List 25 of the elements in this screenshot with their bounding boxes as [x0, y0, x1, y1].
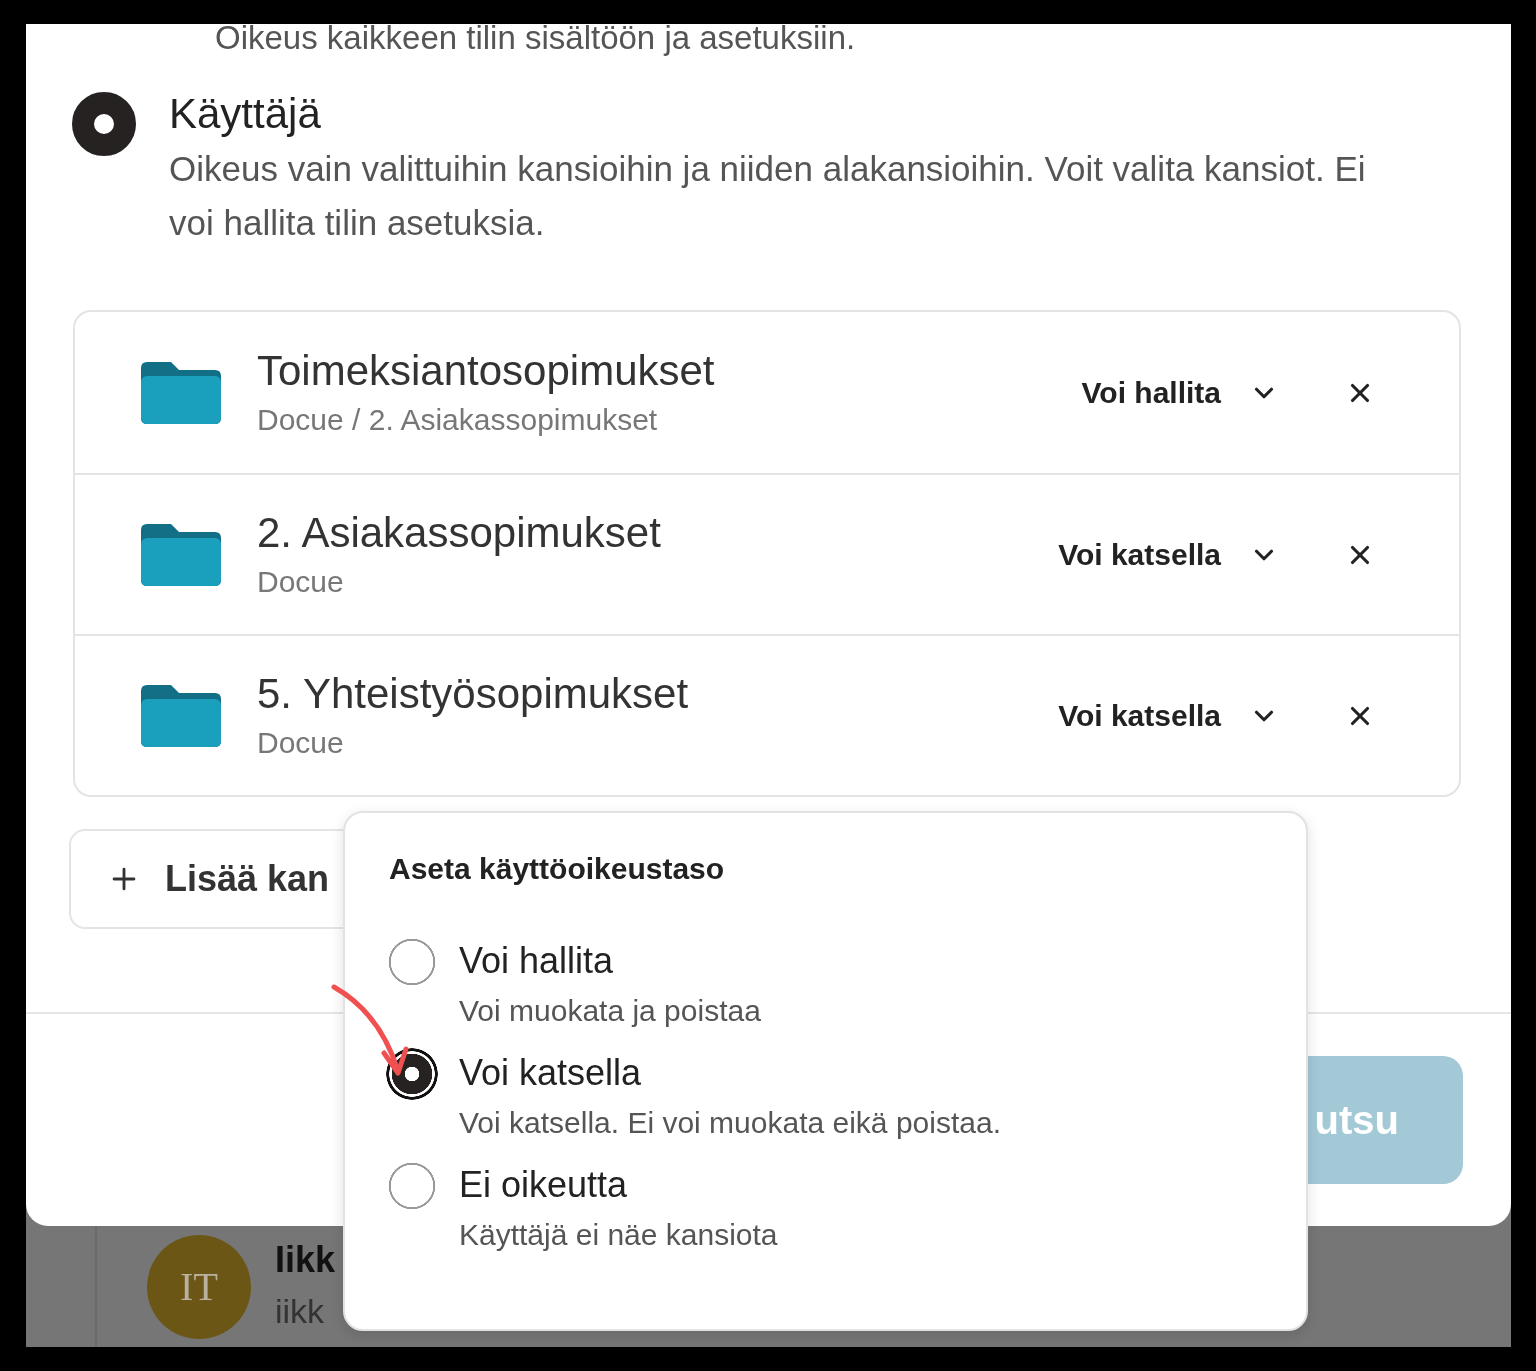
role-title: Käyttäjä — [169, 89, 322, 139]
folder-path: Docue / 2. Asiakassopimukset — [257, 401, 659, 438]
option-title: Voi katsella — [459, 1051, 643, 1095]
avatar: IT — [147, 1234, 251, 1339]
option-title: Voi hallita — [459, 939, 615, 983]
permission-dropdown[interactable]: Voi katsella — [1058, 698, 1279, 733]
role-description: Oikeus vain valittuihin kansioihin ja niiden alakansioihin. Voit valita kansiot. Ei voi hallita tilin asetuksia. — [169, 148, 1367, 244]
option-title: Ei oikeutta — [459, 1163, 629, 1207]
permission-dropdown[interactable]: Voi katsella — [1058, 537, 1279, 572]
role-description: Oikeus kaikkeen tilin sisältöön ja asetuksiin. — [215, 24, 857, 58]
contact-email: iikk — [275, 1290, 326, 1332]
role-radio[interactable] — [72, 92, 136, 156]
option-description: Voi katsella. Ei voi muokata eikä poistaa. — [459, 1105, 1001, 1141]
contact-name: Iikk — [275, 1237, 336, 1282]
option-description: Voi muokata ja poistaa — [459, 993, 761, 1029]
option-description: Käyttäjä ei näe kansiota — [459, 1217, 778, 1253]
folder-icon — [141, 684, 221, 747]
folder-icon — [141, 523, 221, 586]
folder-path: Docue — [257, 563, 345, 600]
folder-path: Docue — [257, 724, 345, 761]
folder-name: 5. Yhteistyösopimukset — [257, 668, 690, 719]
folder-name: 2. Asiakassopimukset — [257, 507, 662, 558]
folder-icon — [141, 361, 221, 424]
folder-name: Toimeksiantosopimukset — [257, 345, 716, 396]
permission-dropdown[interactable]: Voi hallita — [1081, 375, 1279, 410]
